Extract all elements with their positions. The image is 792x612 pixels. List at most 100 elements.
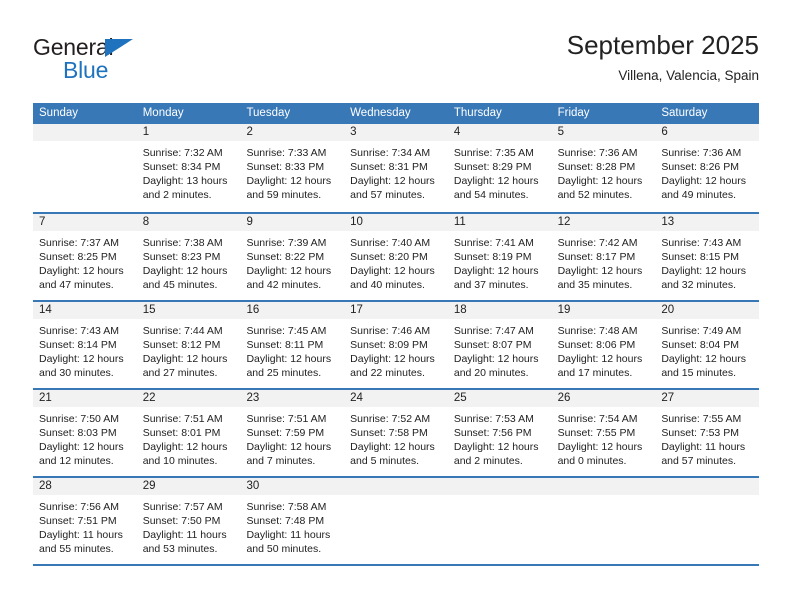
sunset-text: Sunset: 8:17 PM [557,251,636,263]
sunset-text: Sunset: 8:22 PM [246,251,325,263]
day-number [551,478,656,495]
sunrise-text: Sunrise: 7:34 AM [350,147,431,159]
day-details: Sunrise: 7:36 AM Sunset: 8:28 PM Daylight:… [552,141,656,202]
day-cell[interactable]: 2 Sunrise: 7:33 AM Sunset: 8:33 PM Daylight… [240,124,345,212]
daylight-text-line1: Daylight: 11 hours [142,529,227,541]
day-details: Sunrise: 7:43 AM Sunset: 8:14 PM Daylight:… [33,319,137,380]
day-number: 15 [136,302,241,319]
daylight-text-line2: and 20 minutes. [453,367,529,379]
logo-text-blue: Blue [63,57,109,83]
sunrise-text: Sunrise: 7:37 AM [39,237,119,249]
day-number: 17 [344,302,448,319]
sunrise-text: Sunrise: 7:57 AM [142,501,223,513]
day-cell[interactable]: 26 Sunrise: 7:54 AM Sunset: 7:55 PM Dayligh… [551,390,656,476]
daylight-text-line1: Daylight: 12 hours [246,175,332,187]
day-cell[interactable]: 20 Sunrise: 7:49 AM Sunset: 8:04 PM Dayligh… [655,302,760,388]
day-cell[interactable]: 29 Sunrise: 7:57 AM Sunset: 7:50 PM Dayligh… [136,478,241,564]
day-cell[interactable]: 22 Sunrise: 7:51 AM Sunset: 8:01 PM Dayligh… [136,390,241,476]
sunrise-text: Sunrise: 7:56 AM [39,501,119,513]
daylight-text-line1: Daylight: 12 hours [246,441,332,453]
day-number: 2 [240,124,345,141]
day-cell[interactable]: 5 Sunrise: 7:36 AM Sunset: 8:28 PM Daylight… [551,124,656,212]
sunset-text: Sunset: 8:23 PM [142,251,221,263]
day-cell[interactable]: 8 Sunrise: 7:38 AM Sunset: 8:23 PM Daylight… [136,214,241,300]
sunset-text: Sunset: 8:09 PM [350,339,428,351]
sunrise-text: Sunrise: 7:43 AM [39,325,119,337]
sunrise-text: Sunrise: 7:36 AM [557,147,638,159]
daylight-text-line2: and 50 minutes. [246,543,322,555]
day-cell[interactable]: 6 Sunrise: 7:36 AM Sunset: 8:26 PM Daylight… [655,124,760,212]
weekday-header-cell-sunday: Sunday [39,107,79,119]
sunset-text: Sunset: 8:03 PM [39,427,117,439]
day-cell[interactable]: 3 Sunrise: 7:34 AM Sunset: 8:31 PM Daylight… [344,124,448,212]
sunset-text: Sunset: 7:50 PM [142,515,221,527]
day-cell[interactable]: 17 Sunrise: 7:46 AM Sunset: 8:09 PM Dayligh… [344,302,448,388]
day-cell[interactable]: 1 Sunrise: 7:32 AM Sunset: 8:34 PM Daylight… [136,124,241,212]
sunset-text: Sunset: 8:07 PM [453,339,532,351]
day-details: Sunrise: 7:54 AM Sunset: 7:55 PM Daylight:… [552,407,656,468]
day-number: 10 [344,214,448,231]
day-number: 22 [136,390,241,407]
day-cell[interactable]: 4 Sunrise: 7:35 AM Sunset: 8:29 PM Daylight… [447,124,552,212]
day-cell[interactable]: 16 Sunrise: 7:45 AM Sunset: 8:11 PM Dayligh… [240,302,345,388]
day-cell[interactable]: 28 Sunrise: 7:56 AM Sunset: 7:51 PM Dayligh… [33,478,137,564]
daylight-text-line1: Daylight: 12 hours [246,353,332,365]
sunset-text: Sunset: 8:25 PM [39,251,117,263]
day-details: Sunrise: 7:42 AM Sunset: 8:17 PM Daylight:… [552,231,656,292]
day-number: 1 [136,124,241,141]
sunset-text: Sunset: 7:51 PM [39,515,117,527]
sunset-text: Sunset: 8:06 PM [557,339,636,351]
day-details: Sunrise: 7:37 AM Sunset: 8:25 PM Daylight:… [33,231,137,292]
day-number: 6 [655,124,760,141]
day-details: Sunrise: 7:32 AM Sunset: 8:34 PM Daylight:… [137,141,241,202]
daylight-text-line2: and 22 minutes. [350,367,425,379]
day-cell[interactable]: 10 Sunrise: 7:40 AM Sunset: 8:20 PM Dayligh… [344,214,448,300]
day-cell[interactable]: 12 Sunrise: 7:42 AM Sunset: 8:17 PM Dayligh… [551,214,656,300]
sunrise-text: Sunrise: 7:43 AM [661,237,742,249]
sunrise-text: Sunrise: 7:40 AM [350,237,431,249]
sunset-text: Sunset: 7:55 PM [557,427,636,439]
day-cell[interactable]: 24 Sunrise: 7:52 AM Sunset: 7:58 PM Dayligh… [344,390,448,476]
sunset-text: Sunset: 8:33 PM [246,161,325,173]
daylight-text-line2: and 12 minutes. [39,455,114,467]
daylight-text-line1: Daylight: 11 hours [39,529,123,541]
day-cell[interactable]: 13 Sunrise: 7:43 AM Sunset: 8:15 PM Dayligh… [655,214,760,300]
daylight-text-line1: Daylight: 12 hours [661,353,746,365]
day-cell[interactable]: 18 Sunrise: 7:47 AM Sunset: 8:07 PM Dayligh… [447,302,552,388]
generalblue-logo[interactable]: General Blue [33,34,233,88]
day-cell[interactable]: 14 Sunrise: 7:43 AM Sunset: 8:14 PM Dayligh… [33,302,137,388]
logo-triangle-icon [105,39,133,57]
sunrise-text: Sunrise: 7:33 AM [246,147,327,159]
calendar-week-row: 28 Sunrise: 7:56 AM Sunset: 7:51 PM Dayligh… [33,476,760,564]
daylight-text-line2: and 10 minutes. [142,455,218,467]
day-cell[interactable]: 30 Sunrise: 7:58 AM Sunset: 7:48 PM Dayligh… [240,478,345,564]
day-cell[interactable]: 19 Sunrise: 7:48 AM Sunset: 8:06 PM Dayligh… [551,302,656,388]
page-title: September 2025 [566,30,759,60]
weekday-header-cell-tuesday: Tuesday [246,107,291,119]
calendar-grid: Sunday Monday Tuesday Wednesday Thursday Frid… [33,103,760,566]
day-cell[interactable]: 23 Sunrise: 7:51 AM Sunset: 7:59 PM Dayligh… [240,390,345,476]
day-cell[interactable]: 11 Sunrise: 7:41 AM Sunset: 8:19 PM Dayligh… [447,214,552,300]
sunset-text: Sunset: 8:11 PM [246,339,324,351]
day-details [448,495,552,500]
sunset-text: Sunset: 8:20 PM [350,251,428,263]
daylight-text-line2: and 35 minutes. [557,279,633,291]
daylight-text-line1: Daylight: 12 hours [39,265,124,277]
day-cell[interactable]: 9 Sunrise: 7:39 AM Sunset: 8:22 PM Daylight… [240,214,345,300]
daylight-text-line2: and 7 minutes. [246,455,316,467]
day-details: Sunrise: 7:36 AM Sunset: 8:26 PM Daylight:… [655,141,759,202]
day-number [33,124,137,141]
day-details: Sunrise: 7:51 AM Sunset: 8:01 PM Daylight:… [137,407,241,468]
day-cell[interactable]: 25 Sunrise: 7:53 AM Sunset: 7:56 PM Dayligh… [447,390,552,476]
sunrise-text: Sunrise: 7:58 AM [246,501,327,513]
sunset-text: Sunset: 8:34 PM [142,161,221,173]
sunset-text: Sunset: 7:59 PM [246,427,325,439]
day-cell[interactable]: 27 Sunrise: 7:55 AM Sunset: 7:53 PM Dayligh… [655,390,760,476]
day-cell-empty [447,478,552,564]
day-cell[interactable]: 21 Sunrise: 7:50 AM Sunset: 8:03 PM Dayligh… [33,390,137,476]
day-cell[interactable]: 7 Sunrise: 7:37 AM Sunset: 8:25 PM Daylight… [33,214,137,300]
calendar-week-row: 7 Sunrise: 7:37 AM Sunset: 8:25 PM Daylight… [33,212,760,300]
day-cell[interactable]: 15 Sunrise: 7:44 AM Sunset: 8:12 PM Dayligh… [136,302,241,388]
weekday-header-row: Sunday Monday Tuesday Wednesday Thursday Frid… [33,103,759,124]
daylight-text-line2: and 30 minutes. [39,367,114,379]
